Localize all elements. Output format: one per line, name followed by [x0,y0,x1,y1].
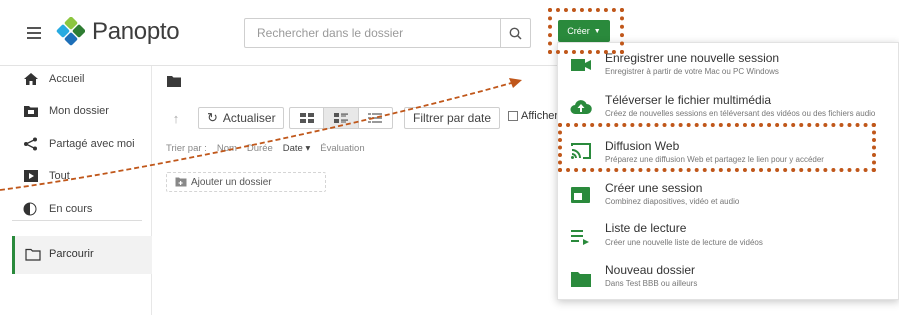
grid-view-button[interactable] [290,108,325,128]
menu-item-title: Nouveau dossier [605,263,696,277]
in-progress-icon [23,202,37,216]
grid-view-icon [299,113,314,123]
sidebar-item-browse[interactable]: Parcourir [12,236,152,274]
create-highlight-annotation [548,8,624,54]
camera-icon [571,59,591,71]
menu-item-title: Téléverser le fichier multimédia [605,93,772,107]
menu-item-subtitle: Combinez diapositives, vidéo et audio [605,197,740,206]
refresh-label: Actualiser [222,111,276,125]
sidebar-divider [12,220,142,221]
refresh-icon: ↻ [207,110,218,125]
menu-item-subtitle: Enregistrer à partir de votre Mac ou PC … [605,67,779,76]
sidebar-item-label: En cours [49,203,93,215]
menu-item-title: Enregistrer une nouvelle session [605,51,780,65]
filter-by-date-button[interactable]: Filtrer par date [404,107,500,129]
sidebar-item-in-progress[interactable]: En cours [0,196,152,222]
menu-item-title: Liste de lecture [605,221,687,235]
sort-duration[interactable]: Durée [247,143,273,155]
menu-item-create-session[interactable]: Créer une session Combinez diapositives,… [558,175,899,219]
sidebar-item-label: Mon dossier [49,105,109,117]
sidebar-item-all[interactable]: Tout [0,163,152,189]
sidebar-item-label: Partagé avec moi [49,138,135,150]
add-folder-icon [175,177,187,187]
webcast-highlight-annotation [558,123,876,172]
list-view-icon [368,113,383,123]
sidebar-item-home[interactable]: Accueil [0,66,152,92]
folder-icon [24,106,38,117]
panopto-logo-icon [56,17,85,46]
search-button[interactable] [500,19,530,47]
sort-prefix: Trier par : [166,143,207,154]
menu-item-new-folder[interactable]: Nouveau dossier Dans Test BBB ou ailleur… [558,257,899,301]
menu-item-subtitle: Créer une nouvelle liste de lecture de v… [605,238,763,247]
upload-cloud-icon [570,100,592,114]
sidebar: Accueil Mon dossier Partagé avec moi Tou… [0,66,152,315]
menu-item-subtitle: Créez de nouvelles sessions en téléversa… [605,109,876,118]
sort-bar: Trier par : Nom Durée Date ▾ Évaluation [166,143,365,155]
search-icon [509,27,522,40]
sidebar-item-label: Accueil [49,73,85,85]
sort-name[interactable]: Nom [217,143,237,155]
view-mode-group [289,107,393,129]
up-arrow-button[interactable]: ↑ [166,107,186,129]
list-view-button[interactable] [359,108,392,128]
sidebar-item-shared[interactable]: Partagé avec moi [0,131,152,157]
arrow-up-icon: ↑ [172,110,180,126]
checkbox-icon [508,111,518,121]
sidebar-item-label: Parcourir [49,248,94,260]
folder-outline-icon [25,248,41,261]
detail-view-button[interactable] [324,108,359,128]
video-list-icon [24,170,38,182]
sidebar-item-my-folder[interactable]: Mon dossier [0,98,152,124]
folder-icon [167,76,181,87]
playlist-icon [571,230,589,245]
sidebar-item-label: Tout [49,170,70,182]
brand-name: Panopto [92,18,180,45]
add-folder-button[interactable]: Ajouter un dossier [166,172,326,192]
hamburger-menu-icon[interactable] [27,27,41,39]
show-label: Afficher [521,110,559,122]
detail-view-icon [333,113,348,123]
search-input[interactable] [245,19,500,47]
menu-item-title: Créer une session [605,181,703,195]
menu-item-subtitle: Dans Test BBB ou ailleurs [605,279,698,288]
home-icon [24,73,38,85]
sort-date[interactable]: Date ▾ [283,143,310,155]
session-icon [571,187,590,203]
new-folder-icon [571,272,591,287]
sort-rating[interactable]: Évaluation [320,143,364,155]
add-folder-label: Ajouter un dossier [191,176,272,188]
share-icon [24,137,37,151]
refresh-button[interactable]: ↻ Actualiser [198,107,284,129]
show-checkbox[interactable]: Afficher [508,110,558,122]
search-box [244,18,531,48]
filter-label: Filtrer par date [412,111,492,125]
